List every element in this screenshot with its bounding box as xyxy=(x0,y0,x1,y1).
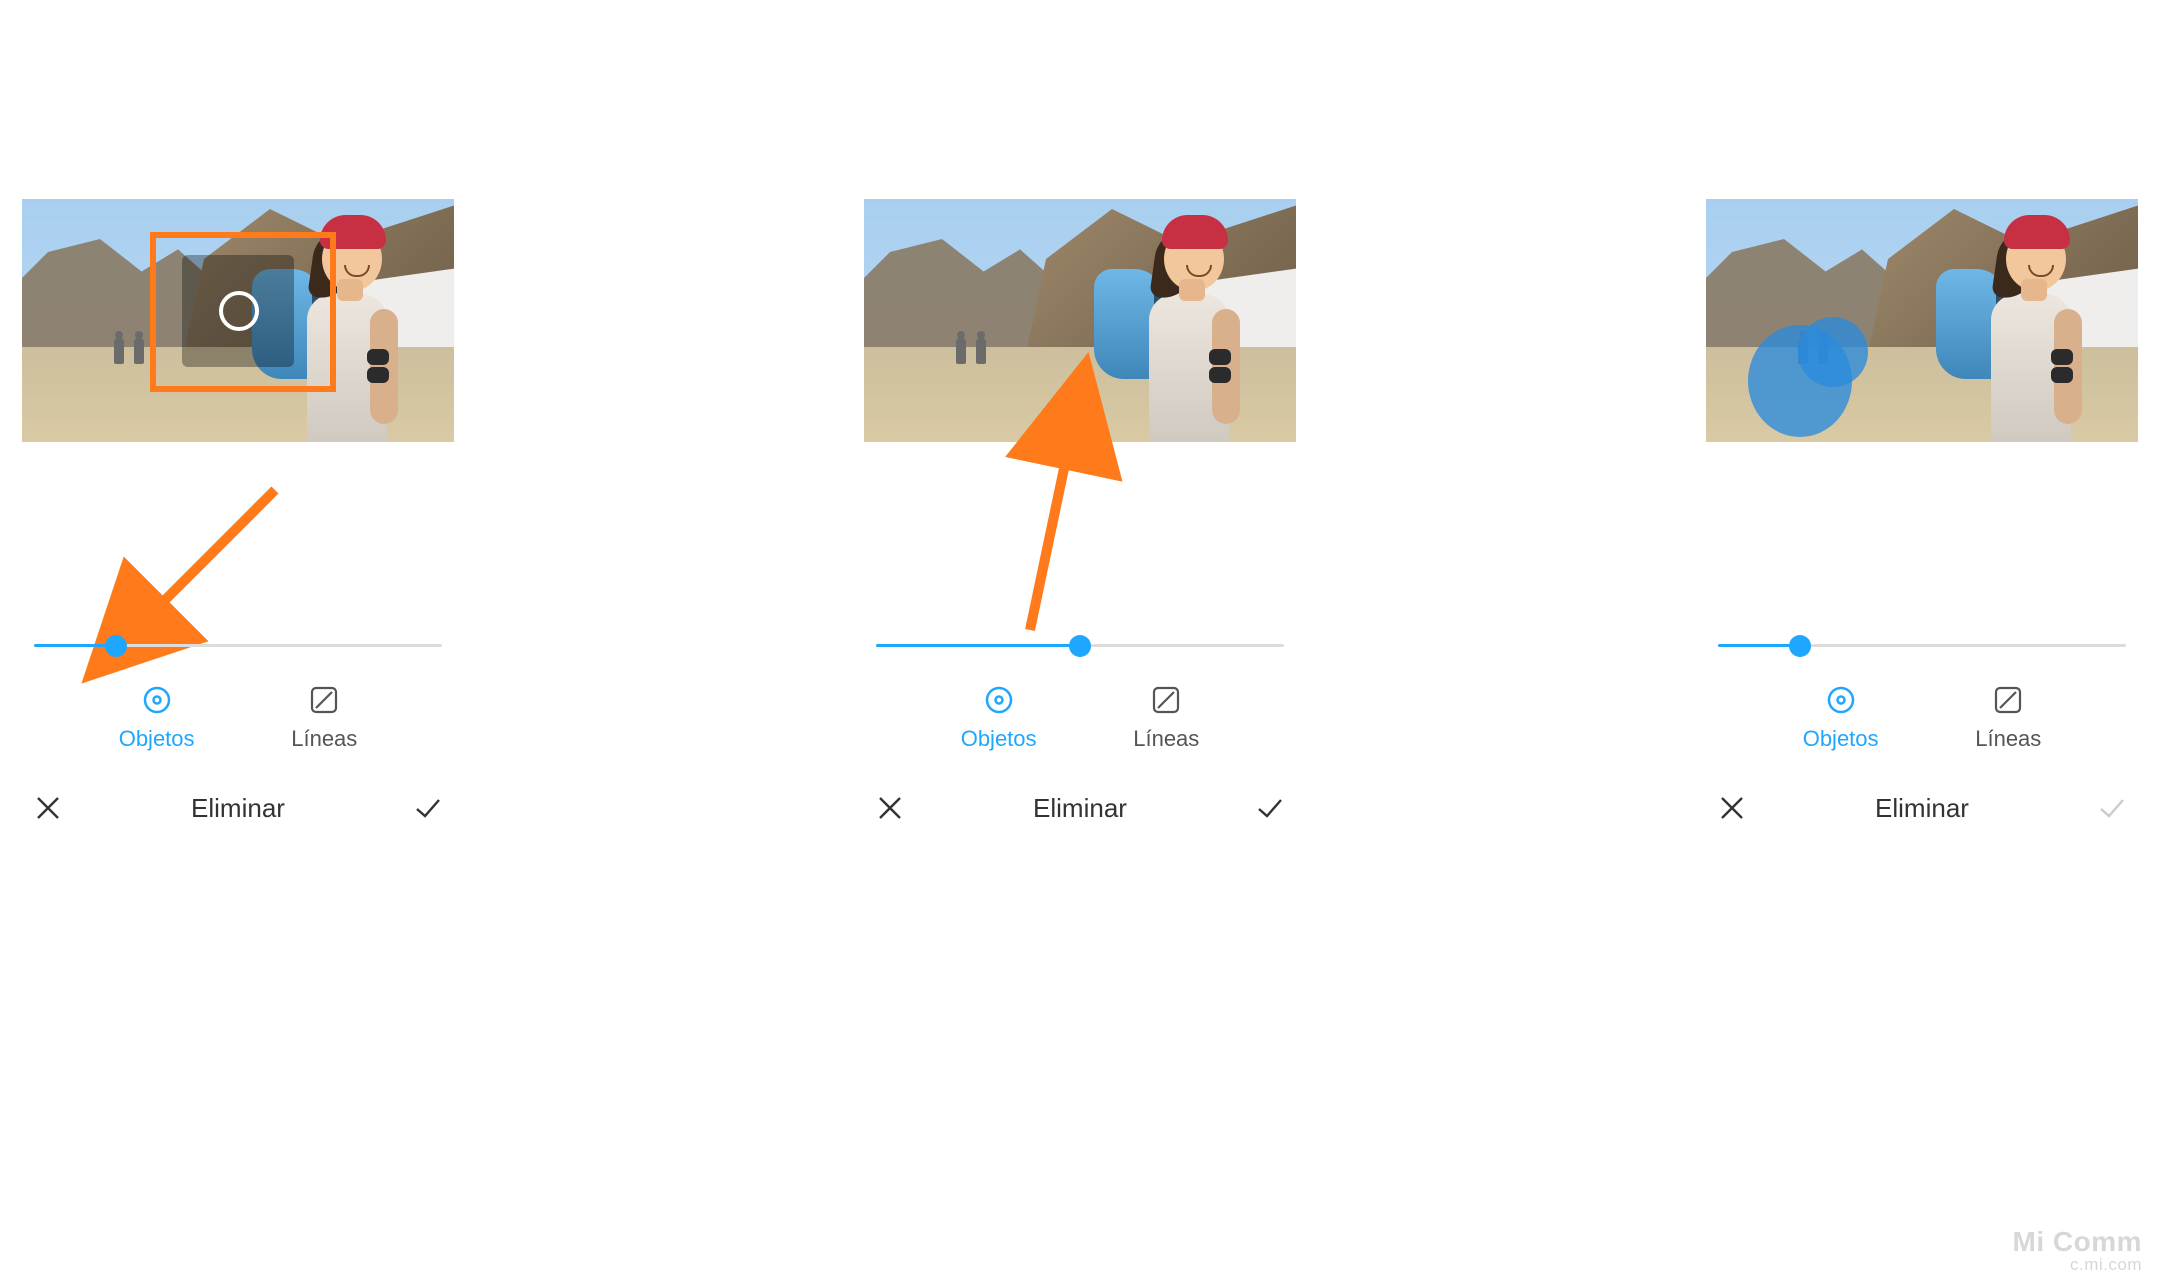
watermark: Mi Comm c.mi.com xyxy=(2013,1227,2143,1274)
mode-objects-label: Objetos xyxy=(961,726,1037,752)
erase-brush-stroke xyxy=(1798,317,1868,387)
cancel-button[interactable] xyxy=(872,790,908,826)
tool-title: Eliminar xyxy=(1033,793,1127,824)
slider-thumb[interactable] xyxy=(1069,635,1091,657)
annotation-arrow xyxy=(120,470,300,650)
mode-lines[interactable]: Líneas xyxy=(1975,684,2041,752)
mode-objects-label: Objetos xyxy=(1803,726,1879,752)
mode-lines-label: Líneas xyxy=(1133,726,1199,752)
brush-size-slider[interactable] xyxy=(876,633,1284,657)
slider-track-filled xyxy=(1718,644,1800,647)
mode-objects[interactable]: Objetos xyxy=(1803,684,1879,752)
diagonal-line-icon xyxy=(1992,684,2024,716)
confirm-button[interactable] xyxy=(410,790,446,826)
mode-lines-label: Líneas xyxy=(1975,726,2041,752)
confirm-button xyxy=(2094,790,2130,826)
target-circle-icon xyxy=(983,684,1015,716)
slider-thumb[interactable] xyxy=(105,635,127,657)
photo-preview[interactable] xyxy=(22,199,454,442)
check-icon xyxy=(2096,792,2128,824)
mode-lines[interactable]: Líneas xyxy=(1133,684,1199,752)
tool-title: Eliminar xyxy=(1875,793,1969,824)
close-icon xyxy=(1718,794,1746,822)
check-icon xyxy=(412,792,444,824)
brush-cursor-ring xyxy=(219,291,259,331)
tool-title: Eliminar xyxy=(191,793,285,824)
photo-preview[interactable] xyxy=(1706,199,2138,442)
target-circle-icon xyxy=(141,684,173,716)
target-circle-icon xyxy=(1825,684,1857,716)
mode-objects-label: Objetos xyxy=(119,726,195,752)
watermark-line2: c.mi.com xyxy=(2013,1256,2143,1274)
photo-preview[interactable] xyxy=(864,199,1296,442)
mode-lines[interactable]: Líneas xyxy=(291,684,357,752)
cancel-button[interactable] xyxy=(1714,790,1750,826)
close-icon xyxy=(876,794,904,822)
mode-objects[interactable]: Objetos xyxy=(961,684,1037,752)
confirm-button[interactable] xyxy=(1252,790,1288,826)
slider-track-filled xyxy=(34,644,116,647)
brush-size-slider[interactable] xyxy=(34,633,442,657)
watermark-line1: Mi Comm xyxy=(2013,1226,2143,1257)
slider-track-filled xyxy=(876,644,1080,647)
mode-objects[interactable]: Objetos xyxy=(119,684,195,752)
mode-lines-label: Líneas xyxy=(291,726,357,752)
annotation-arrow xyxy=(1010,420,1130,650)
slider-thumb[interactable] xyxy=(1789,635,1811,657)
close-icon xyxy=(34,794,62,822)
cancel-button[interactable] xyxy=(30,790,66,826)
diagonal-line-icon xyxy=(1150,684,1182,716)
check-icon xyxy=(1254,792,1286,824)
diagonal-line-icon xyxy=(308,684,340,716)
brush-size-slider[interactable] xyxy=(1718,633,2126,657)
